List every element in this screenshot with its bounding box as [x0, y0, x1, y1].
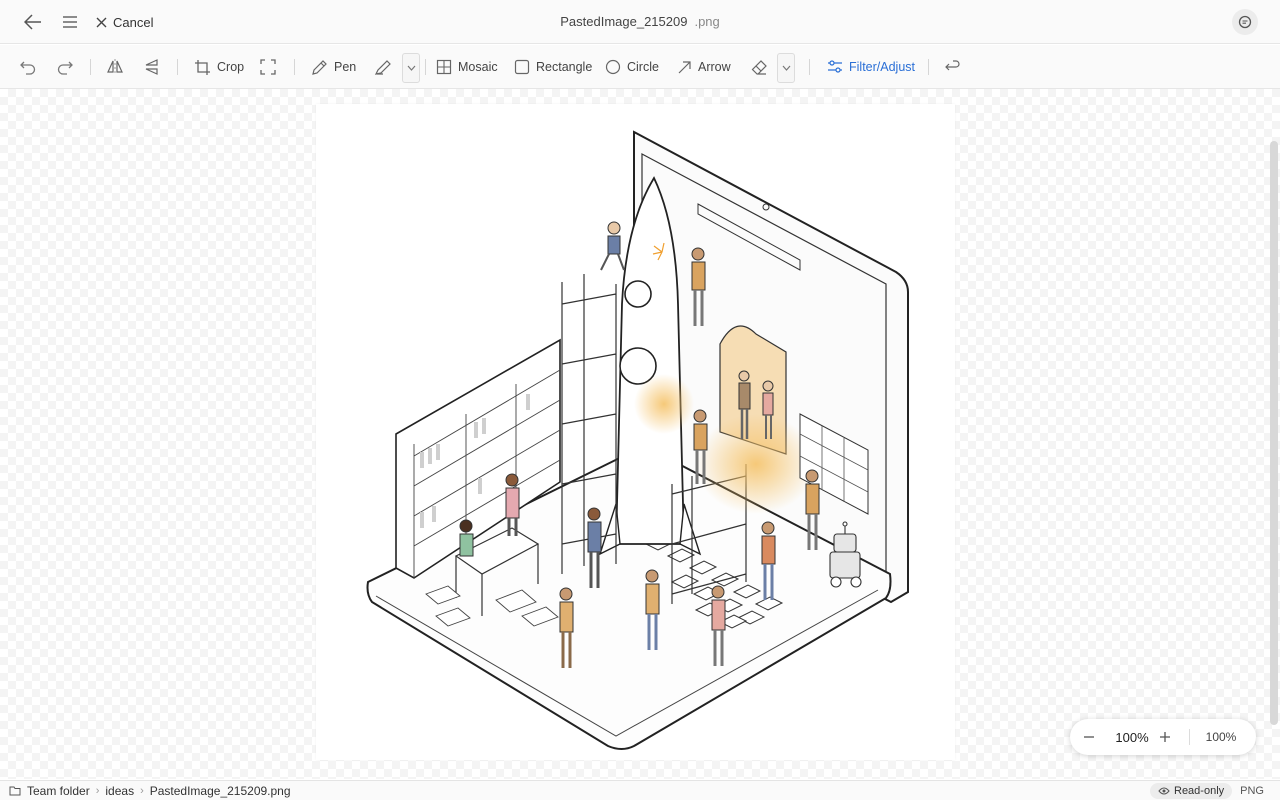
zoom-preset-button[interactable]: 100% [1198, 719, 1244, 755]
file-format: PNG [1240, 785, 1264, 797]
eraser-tool[interactable] [751, 56, 768, 78]
breadcrumb: Team folder › ideas › PastedImage_215209… [9, 784, 291, 798]
rectangle-tool[interactable]: Rectangle [514, 56, 592, 78]
toolbar-divider [90, 59, 91, 75]
pen-options-dropdown[interactable] [402, 53, 420, 83]
editor-canvas[interactable] [0, 89, 1280, 779]
breadcrumb-team-folder[interactable]: Team folder [27, 784, 90, 798]
eye-icon [1158, 787, 1170, 795]
file-extension: .png [694, 14, 720, 29]
arrow-icon [678, 60, 691, 73]
toolbar-divider [928, 59, 929, 75]
minus-icon [1084, 736, 1094, 738]
fullscreen-icon [260, 59, 276, 75]
window-title: PastedImage_215209 .png [0, 14, 1280, 29]
flip-vertical-icon [145, 59, 158, 75]
folder-icon [9, 786, 21, 796]
mosaic-label: Mosaic [458, 60, 498, 74]
zoom-control: 100% 100% [1070, 719, 1256, 755]
rectangle-label: Rectangle [536, 60, 593, 74]
toolbar-divider [809, 59, 810, 75]
toolbar-divider [425, 59, 426, 75]
comment-icon [1238, 15, 1252, 29]
pen-label: Pen [334, 60, 357, 74]
toolbar-divider [177, 59, 178, 75]
toolbar-divider [294, 59, 295, 75]
zoom-in-button[interactable] [1154, 719, 1176, 755]
undo-button[interactable] [19, 56, 37, 78]
reset-button[interactable] [944, 56, 961, 78]
chevron-right-icon: › [140, 785, 144, 797]
zoom-level[interactable]: 100% [1114, 719, 1150, 755]
crop-icon [195, 59, 210, 75]
edit-toolbar: Crop Pen Mosaic Rectangle Circle Arrow F… [0, 45, 1280, 89]
highlighter-icon [374, 60, 391, 75]
rectangle-icon [514, 59, 530, 75]
redo-button[interactable] [56, 56, 74, 78]
pen-icon [312, 59, 327, 75]
plus-icon [1160, 732, 1170, 742]
zoom-divider [1189, 729, 1190, 745]
circle-icon [605, 59, 621, 75]
pen-tool[interactable]: Pen [311, 56, 356, 78]
arrow-tool[interactable]: Arrow [677, 56, 731, 78]
breadcrumb-ideas[interactable]: ideas [105, 784, 134, 798]
filter-adjust-label: Filter/Adjust [849, 60, 915, 74]
flip-vertical-button[interactable] [143, 56, 161, 78]
vertical-scrollbar[interactable] [1270, 141, 1278, 725]
read-only-badge: Read-only [1150, 783, 1233, 799]
eraser-icon [751, 59, 767, 75]
title-bar: Cancel PastedImage_215209 .png [0, 0, 1280, 44]
arrow-label: Arrow [698, 60, 731, 74]
edited-image[interactable] [316, 104, 955, 760]
zoom-out-button[interactable] [1078, 719, 1100, 755]
chevron-down-icon [782, 65, 790, 71]
comment-button[interactable] [1232, 9, 1258, 35]
return-icon [945, 59, 960, 70]
image-illustration [366, 130, 909, 750]
crop-tool[interactable]: Crop [194, 56, 244, 78]
status-bar: Team folder › ideas › PastedImage_215209… [0, 780, 1280, 800]
flip-horizontal-button[interactable] [106, 56, 124, 78]
filter-adjust-button[interactable]: Filter/Adjust [827, 56, 915, 78]
breadcrumb-file: PastedImage_215209.png [149, 784, 291, 798]
fit-screen-button[interactable] [260, 56, 276, 78]
flip-horizontal-icon [107, 59, 123, 75]
mosaic-tool[interactable]: Mosaic [436, 56, 498, 78]
highlighter-tool[interactable] [374, 56, 392, 78]
eraser-options-dropdown[interactable] [777, 53, 795, 83]
read-only-label: Read-only [1174, 785, 1225, 797]
file-name: PastedImage_215209 [560, 14, 688, 29]
circle-label: Circle [627, 60, 659, 74]
mosaic-icon [436, 59, 452, 75]
chevron-right-icon: › [95, 785, 100, 797]
sliders-icon [828, 60, 842, 73]
redo-icon [57, 61, 73, 75]
chevron-down-icon [407, 65, 415, 71]
crop-label: Crop [217, 60, 245, 74]
undo-icon [20, 61, 36, 75]
circle-tool[interactable]: Circle [605, 56, 659, 78]
